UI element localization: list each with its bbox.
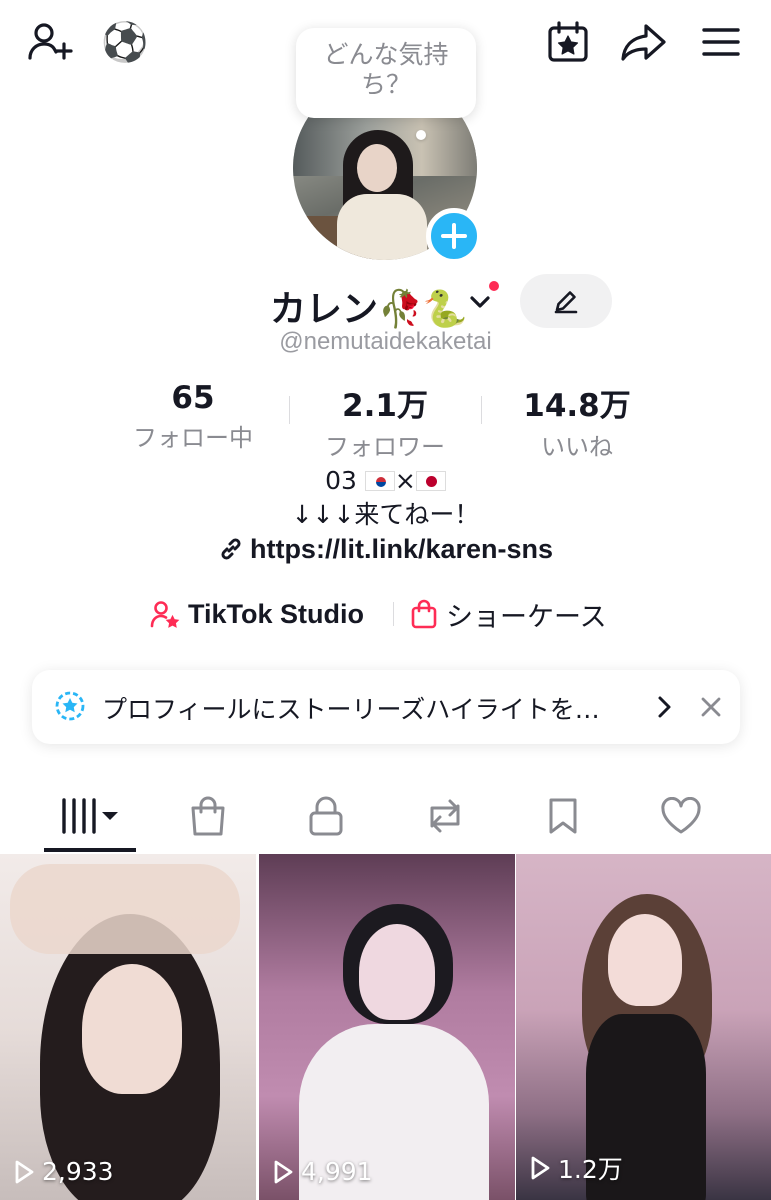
bio-link[interactable]: https://lit.link/karen-sns [0, 534, 771, 565]
banner-text: プロフィールにストーリーズハイライトを… [102, 695, 600, 724]
highlight-star-icon [54, 690, 86, 722]
close-icon[interactable] [696, 692, 726, 722]
notification-dot [487, 279, 501, 293]
video-grid: 2,933 4,991 1.2万 [0, 854, 771, 1200]
profile-stats: 65 フォロー中 2.1万 フォロワー 14.8万 いいね [0, 380, 771, 461]
tab-reposts[interactable] [385, 782, 505, 850]
repost-icon [430, 799, 460, 833]
play-icon [531, 1156, 550, 1180]
bio-prefix: 03 [325, 466, 357, 495]
view-count-text: 1.2万 [558, 1155, 623, 1184]
lock-icon [309, 796, 343, 836]
thumbnail-face [359, 924, 435, 1020]
divider [481, 396, 482, 424]
followers-count: 2.1万 [342, 388, 428, 424]
plus-icon [441, 223, 467, 249]
divider [289, 396, 290, 424]
tab-liked[interactable] [621, 782, 741, 850]
play-icon [15, 1160, 34, 1183]
share-icon[interactable] [618, 20, 670, 64]
pencil-icon [554, 291, 578, 314]
edit-profile-button[interactable] [520, 274, 612, 328]
story-highlights-banner[interactable]: プロフィールにストーリーズハイライトを… [32, 670, 740, 744]
video-thumbnail[interactable]: 4,991 [259, 854, 515, 1200]
view-count-text: 2,933 [42, 1157, 114, 1186]
bio-link-text[interactable]: https://lit.link/karen-sns [250, 534, 553, 564]
followers-stat[interactable]: 2.1万 フォロワー [305, 380, 465, 462]
bookmark-icon [549, 798, 577, 834]
videos-grid-icon [62, 798, 118, 834]
japan-flag-icon [415, 471, 446, 491]
active-tab-indicator [44, 848, 136, 852]
video-thumbnail[interactable]: 2,933 [0, 854, 256, 1200]
menu-icon[interactable] [696, 20, 746, 64]
content-tabs [0, 782, 771, 854]
tab-private[interactable] [266, 782, 386, 850]
calendar-star-icon[interactable] [544, 18, 592, 66]
showcase-button[interactable]: ショーケース [410, 592, 607, 636]
tab-saved[interactable] [503, 782, 623, 850]
view-count: 2,933 [12, 1157, 114, 1186]
view-count: 1.2万 [528, 1150, 623, 1186]
bio-line-1: 03 × [0, 464, 771, 498]
soccer-ball-icon[interactable]: ⚽ [100, 20, 150, 66]
tab-shop[interactable] [148, 782, 268, 850]
play-icon [274, 1160, 293, 1183]
thumbnail-face [608, 914, 682, 1006]
view-count: 4,991 [271, 1157, 373, 1186]
thumbnail-face [82, 964, 182, 1094]
view-count-text: 4,991 [301, 1157, 373, 1186]
divider [393, 602, 394, 626]
tiktok-studio-button[interactable]: TikTok Studio [150, 592, 364, 636]
bio-separator: × [394, 466, 416, 495]
tiktok-studio-label: TikTok Studio [188, 598, 365, 629]
add-friend-icon[interactable] [24, 20, 76, 64]
thumbnail-hands [10, 864, 240, 954]
following-count: 65 [171, 380, 215, 416]
korea-flag-icon [364, 471, 395, 491]
user-star-icon [150, 601, 180, 628]
shopping-bag-icon [191, 796, 225, 836]
likes-label: いいね [541, 433, 613, 461]
heart-icon [661, 797, 701, 834]
showcase-label: ショーケース [446, 601, 607, 633]
bio-line-2: ↓↓↓来てねー！ [291, 500, 480, 529]
chevron-right-icon[interactable] [650, 692, 678, 722]
bio: 03 × ↓↓↓来てねー！ [0, 464, 771, 532]
likes-stat[interactable]: 14.8万 いいね [497, 380, 657, 462]
display-name[interactable]: カレン🥀🐍 [270, 280, 468, 332]
mood-prompt-bubble[interactable]: どんな気持ち？ [296, 28, 476, 118]
followers-label: フォロワー [325, 433, 445, 461]
add-story-button[interactable] [426, 208, 482, 264]
video-thumbnail[interactable]: 1.2万 [516, 854, 771, 1200]
following-label: フォロー中 [133, 424, 253, 452]
username-handle: @nemutaidekaketai [279, 328, 492, 355]
mood-bubble-tail [416, 130, 426, 140]
likes-count: 14.8万 [523, 388, 631, 424]
following-stat[interactable]: 65 フォロー中 [113, 380, 273, 453]
tab-videos[interactable] [30, 782, 150, 850]
link-icon [221, 538, 241, 560]
name-row: カレン🥀🐍 [0, 272, 771, 332]
shopping-bag-icon [411, 599, 437, 629]
creator-tools: TikTok Studio ショーケース [0, 592, 771, 636]
